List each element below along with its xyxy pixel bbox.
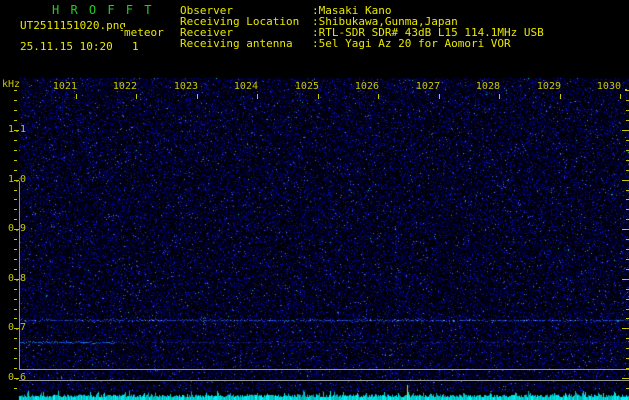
header-field-row: Receiving antenna :5el Yagi Az 20 for Ao… (0, 38, 629, 49)
y-minor-tick-left (14, 150, 17, 151)
y-minor-tick-left (14, 318, 17, 319)
x-tick-label: 1027 (415, 81, 440, 92)
x-tick (257, 94, 258, 99)
x-tick (197, 94, 198, 99)
x-tick (560, 94, 561, 99)
x-tick-label: 1026 (354, 81, 379, 92)
x-tick (439, 94, 440, 99)
y-minor-tick-left (14, 219, 17, 220)
y-major-tick-left (14, 279, 19, 280)
x-tick (499, 94, 500, 99)
y-major-tick-left (14, 130, 19, 131)
y-minor-tick-left (14, 100, 17, 101)
y-minor-tick-left (14, 190, 17, 191)
x-tick-label: 1024 (233, 81, 258, 92)
y-major-tick-right (622, 378, 629, 379)
y-major-tick-right (622, 229, 629, 230)
x-tick-label: 1030 (596, 81, 621, 92)
y-minor-tick-left (14, 269, 17, 270)
y-minor-tick-left (14, 299, 17, 300)
y-major-tick-left (14, 229, 19, 230)
y-minor-tick-left (14, 160, 17, 161)
y-minor-tick-left (14, 348, 17, 349)
x-tick (378, 94, 379, 99)
y-minor-tick-left (14, 368, 17, 369)
y-minor-tick-left (14, 249, 17, 250)
y-minor-tick-left (14, 358, 17, 359)
x-tick-label: 1021 (52, 81, 77, 92)
y-minor-tick-left (14, 388, 17, 389)
field-label-antenna: Receiving antenna (180, 37, 293, 50)
y-major-tick-left (14, 378, 19, 379)
y-minor-tick-left (14, 90, 17, 91)
x-tick (318, 94, 319, 99)
y-major-tick-right (622, 130, 629, 131)
y-minor-tick-left (14, 170, 17, 171)
y-minor-tick-left (14, 289, 17, 290)
y-minor-tick-left (14, 209, 17, 210)
axis-layer: 1.11.00.90.80.70.61021102210231024102510… (0, 0, 629, 400)
x-tick-label: 1023 (173, 81, 198, 92)
y-minor-tick-left (14, 338, 17, 339)
y-minor-tick-left (14, 120, 17, 121)
y-major-tick-right (622, 279, 629, 280)
field-value-antenna: :5el Yagi Az 20 for Aomori VOR (312, 37, 511, 50)
x-edge-tick (625, 89, 627, 91)
y-minor-tick-left (14, 199, 17, 200)
x-tick-label: 1025 (294, 81, 319, 92)
x-tick-label: 1028 (475, 81, 500, 92)
y-minor-tick-left (14, 110, 17, 111)
y-minor-tick-left (14, 239, 17, 240)
x-tick-label: 1029 (536, 81, 561, 92)
y-major-tick-right (622, 328, 629, 329)
y-major-tick-left (14, 180, 19, 181)
y-minor-tick-left (14, 259, 17, 260)
x-tick (136, 94, 137, 99)
x-tick (620, 94, 621, 99)
y-axis-unit-label: kHz (2, 79, 21, 90)
y-major-tick-right (622, 180, 629, 181)
x-tick (76, 94, 77, 99)
hrofft-output-screen: 1.11.00.90.80.70.61021102210231024102510… (0, 0, 629, 400)
y-major-tick-left (14, 328, 19, 329)
y-minor-tick-left (14, 140, 17, 141)
y-minor-tick-left (14, 309, 17, 310)
x-tick-label: 1022 (112, 81, 137, 92)
